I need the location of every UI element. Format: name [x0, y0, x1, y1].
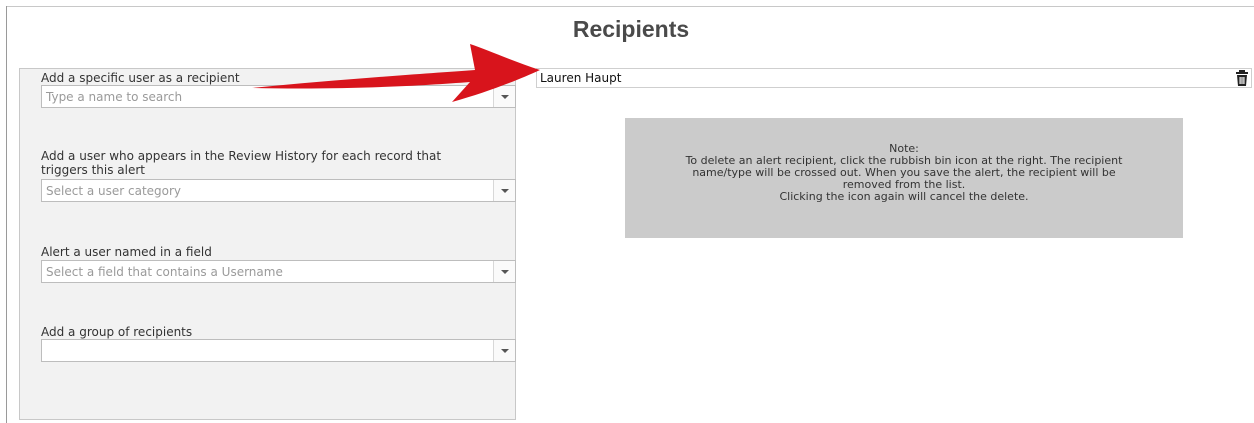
trash-icon[interactable] — [1235, 70, 1249, 86]
review-history-label-line2: triggers this alert — [41, 163, 146, 177]
note-line-4: Clicking the icon again will cancel the … — [779, 190, 1029, 203]
username-field-dropdown-button[interactable] — [493, 261, 515, 282]
recipient-group-dropdown-button[interactable] — [493, 340, 515, 361]
field-user-label: Alert a user named in a field — [41, 245, 212, 259]
recipient-name: Lauren Haupt — [540, 71, 622, 85]
user-search-combobox[interactable]: Type a name to search — [41, 85, 516, 108]
frame-left-border — [6, 6, 7, 423]
frame-top-border — [6, 6, 1254, 7]
chevron-down-icon — [501, 270, 509, 274]
review-history-label: Add a user who appears in the Review His… — [41, 149, 441, 177]
username-field-placeholder: Select a field that contains a Username — [46, 265, 283, 279]
recipient-group-select[interactable] — [41, 339, 516, 362]
delete-note-box: Note: To delete an alert recipient, clic… — [625, 118, 1183, 238]
page-title: Recipients — [572, 16, 690, 42]
specific-user-label: Add a specific user as a recipient — [41, 71, 240, 85]
chevron-down-icon — [501, 349, 509, 353]
group-label: Add a group of recipients — [41, 325, 193, 339]
chevron-down-icon — [501, 95, 509, 99]
add-recipients-panel: Add a specific user as a recipient Type … — [19, 68, 516, 420]
chevron-down-icon — [501, 189, 509, 193]
user-search-placeholder: Type a name to search — [46, 90, 183, 104]
username-field-select[interactable]: Select a field that contains a Username — [41, 260, 516, 283]
user-category-dropdown-button[interactable] — [493, 180, 515, 201]
user-category-select[interactable]: Select a user category — [41, 179, 516, 202]
recipient-row: Lauren Haupt — [536, 68, 1252, 88]
user-search-dropdown-button[interactable] — [493, 86, 515, 107]
review-history-label-line1: Add a user who appears in the Review His… — [41, 149, 442, 163]
user-category-placeholder: Select a user category — [46, 184, 182, 198]
